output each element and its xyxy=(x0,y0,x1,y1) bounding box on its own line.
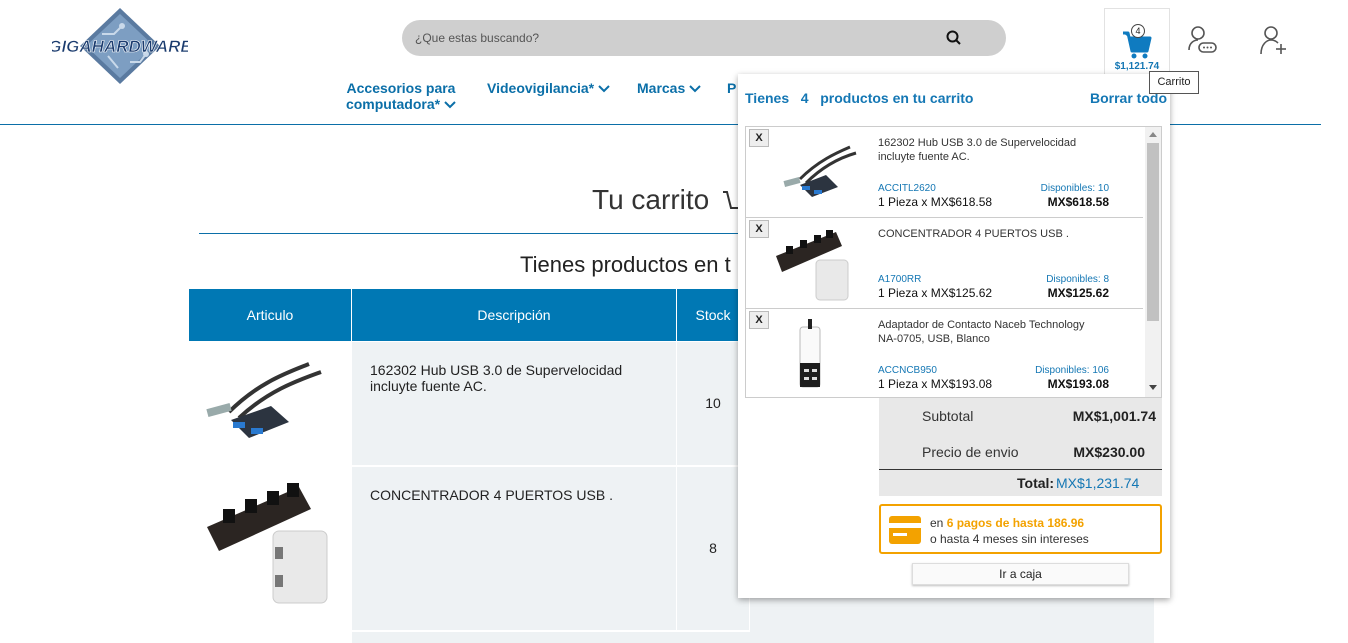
column-header: Articulo xyxy=(189,289,352,341)
cart-item-quantity: 1 Pieza x MX$193.08 xyxy=(878,377,993,391)
cart-item-name: CONCENTRADOR 4 PUERTOS USB . xyxy=(878,228,1069,240)
cart-item-availability: Disponibles: 10 xyxy=(1040,183,1109,194)
cart-item-subtotal: MX$618.58 xyxy=(1047,195,1109,209)
product-thumbnail xyxy=(776,230,849,301)
total-label: Total: xyxy=(1017,475,1055,491)
nav-item-label: Videovigilancia* xyxy=(487,80,595,96)
promo-line-2: o hasta 4 meses sin intereses xyxy=(930,532,1089,546)
cart-item-name: 162302 Hub USB 3.0 de Supervelocidad inc… xyxy=(878,137,1077,163)
scroll-down-icon[interactable] xyxy=(1149,385,1157,391)
remove-item-button[interactable]: X xyxy=(749,220,769,238)
cart-tooltip: Carrito xyxy=(1149,71,1199,94)
cart-subtitle: Tienes productos en t xyxy=(520,252,731,277)
register-icon[interactable] xyxy=(1258,24,1290,56)
product-thumbnail xyxy=(799,319,821,388)
checkout-button[interactable]: Ir a caja xyxy=(912,563,1129,585)
product-image xyxy=(189,342,351,465)
nav-item-truncated[interactable]: P xyxy=(727,80,736,96)
subtotal-label: Subtotal xyxy=(922,408,974,424)
cart-list-scrollbar[interactable] xyxy=(1145,127,1161,397)
search-input[interactable]: ¿Que estas buscando? xyxy=(415,31,539,45)
search-icon[interactable] xyxy=(945,29,963,47)
remove-item-button[interactable]: X xyxy=(749,311,769,329)
nav-item-videovigilancia[interactable]: Videovigilancia* xyxy=(487,80,610,96)
cart-item-name: Adaptador de Contacto Naceb Technology N… xyxy=(878,319,1085,345)
nav-item-label: Accesorios para xyxy=(346,80,456,96)
chevron-down-icon xyxy=(598,85,610,93)
dropdown-heading: Tienes 4 productos en tu carrito xyxy=(745,90,974,106)
remove-item-button[interactable]: X xyxy=(749,129,769,147)
cart-item: X Adaptador de Contacto Naceb Technology… xyxy=(746,309,1143,397)
site-logo[interactable]: GIGAHARDWARE xyxy=(48,6,193,88)
cart-item-list[interactable]: X 162302 Hub USB 3.0 de Supervelocidad i… xyxy=(745,126,1162,398)
page-title: Tu carrito xyxy=(592,184,751,216)
total-divider xyxy=(879,469,1162,470)
cart-item-availability: Disponibles: 8 xyxy=(1046,274,1109,285)
shipping-label: Precio de envio xyxy=(922,444,1019,460)
nav-item-label: computadora* xyxy=(345,96,441,112)
cart-item: X 162302 Hub USB 3.0 de Supervelocidad i… xyxy=(746,127,1143,218)
table-row xyxy=(352,632,754,643)
cart-item-quantity: 1 Pieza x MX$618.58 xyxy=(878,195,993,209)
cart-item-quantity: 1 Pieza x MX$125.62 xyxy=(878,286,993,300)
table-cell-filler xyxy=(750,598,1154,643)
scroll-up-icon[interactable] xyxy=(1149,131,1157,137)
product-description: 162302 Hub USB 3.0 de Supervelocidad inc… xyxy=(352,342,676,465)
scrollbar-thumb[interactable] xyxy=(1147,143,1159,321)
cart-item: X CONCENTRADOR 4 PUERTOS USB . A1700RR D… xyxy=(746,218,1143,309)
title-divider xyxy=(199,233,759,234)
product-description: CONCENTRADOR 4 PUERTOS USB . xyxy=(352,467,676,630)
cart-item-sku[interactable]: ACCITL2620 xyxy=(878,183,936,194)
product-thumbnail xyxy=(783,145,857,197)
cart-item-availability: Disponibles: 106 xyxy=(1035,365,1109,376)
total-value: MX$1,231.74 xyxy=(1056,475,1140,491)
promo-line-1: en 6 pagos de hasta 186.96 xyxy=(930,516,1085,530)
cart-item-sku[interactable]: ACCNCB950 xyxy=(878,365,937,376)
nav-item-marcas[interactable]: Marcas xyxy=(637,80,701,96)
cart-table-header: Articulo Descripción Stock xyxy=(189,289,754,341)
cart-item-subtotal: MX$125.62 xyxy=(1047,286,1109,300)
chevron-down-icon xyxy=(689,85,701,93)
credit-card-icon xyxy=(889,516,921,544)
logo-text: GIGAHARDWARE xyxy=(52,37,188,56)
cart-total: $1,121.74 xyxy=(1114,61,1160,71)
search-bar[interactable]: ¿Que estas buscando? xyxy=(402,20,1006,56)
shipping-value: MX$230.00 xyxy=(1073,444,1145,460)
table-row: CONCENTRADOR 4 PUERTOS USB . 8 xyxy=(189,467,754,630)
nav-item-accesorios[interactable]: Accesorios para computadora* xyxy=(344,80,458,112)
cart-count-badge: 4 xyxy=(1131,24,1145,38)
installments-promo: en 6 pagos de hasta 186.96 o hasta 4 mes… xyxy=(879,504,1162,554)
product-image xyxy=(189,467,351,630)
cart-item-sku[interactable]: A1700RR xyxy=(878,274,921,285)
cart-item-subtotal: MX$193.08 xyxy=(1047,377,1109,391)
nav-item-label: Marcas xyxy=(637,80,686,96)
chevron-down-icon xyxy=(444,101,456,109)
column-header: Descripción xyxy=(352,289,677,341)
table-row: 162302 Hub USB 3.0 de Supervelocidad inc… xyxy=(189,342,754,465)
subtotal-value: MX$1,001.74 xyxy=(1072,408,1156,424)
account-icon[interactable] xyxy=(1186,24,1218,56)
